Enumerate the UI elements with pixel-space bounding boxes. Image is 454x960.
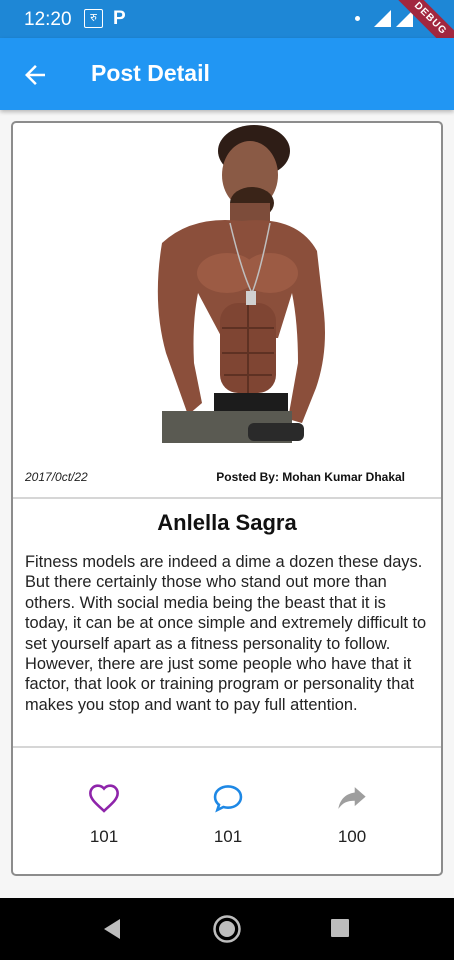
like-button[interactable]: 101	[74, 783, 134, 853]
share-count: 100	[337, 827, 367, 846]
comment-button[interactable]: 101	[198, 783, 258, 853]
heart-outline-icon	[89, 784, 119, 813]
divider	[13, 746, 441, 748]
status-bar: 12:20 रु P	[0, 0, 454, 38]
rupee-notification-icon: रु	[84, 9, 103, 28]
nav-recent-apps-icon[interactable]	[331, 919, 349, 937]
post-date: 2017/0ct/22	[25, 470, 88, 484]
share-button[interactable]: 100	[322, 783, 382, 853]
share-arrow-icon	[338, 787, 366, 809]
page-title: Post Detail	[91, 60, 210, 86]
arrow-back-icon[interactable]	[20, 60, 50, 90]
post-title: Anlella Sagra	[157, 510, 297, 535]
nav-back-icon[interactable]	[102, 918, 122, 940]
post-image	[102, 123, 352, 443]
navigation-bar	[0, 898, 454, 960]
comment-bubble-icon	[213, 785, 243, 813]
wifi-signal-icon	[374, 10, 391, 27]
divider	[13, 497, 441, 499]
comment-count: 101	[213, 827, 243, 846]
nav-home-icon[interactable]	[212, 914, 242, 944]
notification-dot-icon	[355, 16, 360, 21]
post-body: Fitness models are indeed a dime a dozen…	[25, 553, 427, 714]
p-notification-icon: P	[113, 8, 126, 29]
like-count: 101	[89, 827, 119, 846]
post-card: 2017/0ct/22 Posted By: Mohan Kumar Dhaka…	[11, 121, 443, 876]
post-author: Posted By: Mohan Kumar Dhakal	[216, 470, 405, 484]
status-time: 12:20	[24, 9, 72, 30]
app-bar: Post Detail	[0, 38, 454, 110]
